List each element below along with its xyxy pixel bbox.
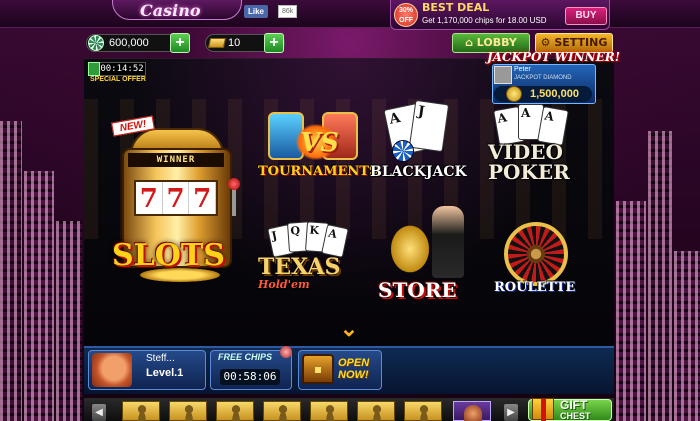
blackjack-label: BLACKJACK (370, 164, 467, 180)
add-chips-button[interactable]: + (170, 33, 190, 53)
person-icon (371, 405, 383, 421)
open-now-label: OPEN NOW! (338, 357, 369, 381)
bunny-girl-icon (432, 206, 464, 278)
gift-box-icon (532, 398, 554, 421)
gift-label-bottom: CHEST (560, 411, 591, 421)
deal-subtitle: Get 1,170,000 chips for 18.00 USD (422, 16, 547, 25)
winner-name: Peter (514, 66, 531, 73)
home-icon: ⌂ (465, 36, 477, 49)
jackpot-amount: 1,500,000 (530, 88, 579, 100)
person-icon (183, 405, 195, 421)
gear-icon: ⚙ (540, 36, 555, 49)
card-rank: A (521, 106, 531, 120)
gift-label-top: GIFT (560, 398, 588, 412)
deal-title: BEST DEAL (422, 1, 490, 14)
texas-label: TEXAS (258, 254, 341, 280)
friend-slot[interactable] (404, 401, 442, 421)
open-label-top: OPEN (338, 357, 370, 369)
chip-stack-icon (392, 140, 414, 162)
friend-slot[interactable] (216, 401, 254, 421)
buy-button[interactable]: BUY (565, 7, 607, 25)
friend-slot[interactable] (357, 401, 395, 421)
reel-3: 7 (189, 182, 217, 214)
friend-slot[interactable] (263, 401, 301, 421)
player-name: Steff... (146, 353, 175, 364)
friend-self-avatar[interactable] (453, 401, 491, 421)
video-poker-label-bottom: POKER (488, 160, 570, 184)
card-rank: Q (290, 223, 301, 238)
holdem-label: Hold'em (258, 278, 310, 291)
person-icon (418, 405, 430, 421)
special-offer-label: SPECIAL OFFER (90, 76, 146, 83)
chip-icon (88, 35, 104, 51)
casino-logo: Casino (140, 1, 201, 20)
slot-lever (232, 186, 236, 216)
gold-coin-stack-icon (388, 222, 432, 276)
scroll-down-arrow[interactable]: ⌄ (338, 318, 360, 340)
free-chips-timer: 00:58:06 (220, 369, 280, 385)
slot-reels: 7 7 7 (134, 180, 218, 216)
card-rank: A (496, 110, 508, 126)
friends-prev-button[interactable]: ◀ (92, 404, 106, 421)
free-chips-indicator (280, 346, 292, 358)
gift-chest-label: GIFT CHEST (560, 398, 591, 421)
discount-badge: 30% OFF (394, 3, 418, 27)
card-rank: J (270, 228, 279, 243)
player-level: Level.1 (146, 367, 184, 379)
roulette-wheel-icon (504, 222, 568, 286)
person-icon (324, 405, 336, 421)
gift-icon (88, 62, 100, 76)
lobby-label: LOBBY (476, 36, 517, 49)
winner-game: JACKPOT DIAMOND (514, 75, 572, 81)
coin-icon (506, 86, 522, 102)
treasure-chest-icon (302, 354, 334, 384)
slot-winner-sign: WINNER (128, 153, 224, 167)
person-icon (136, 405, 148, 421)
friends-next-button[interactable]: ▶ (504, 404, 518, 421)
reel-1: 7 (136, 182, 163, 214)
vs-label: VS (300, 128, 339, 158)
jackpot-winner-title: JACKPOT WINNER! (487, 50, 620, 64)
friend-slot[interactable] (310, 401, 348, 421)
slots-label: SLOTS (112, 238, 225, 273)
friend-slot[interactable] (169, 401, 207, 421)
card-rank: K (309, 223, 320, 238)
player-avatar (92, 353, 132, 387)
open-label-bottom: NOW! (338, 369, 369, 381)
card-rank: J (416, 103, 426, 121)
person-icon (230, 405, 242, 421)
avatar-icon (464, 405, 482, 421)
add-gold-button[interactable]: + (264, 33, 284, 53)
reel-2: 7 (163, 182, 190, 214)
card-jack-icon: J (408, 99, 450, 153)
card-rank: A (327, 226, 339, 242)
tournaments-label: TOURNAMENTS (258, 164, 379, 179)
winner-avatar (494, 66, 512, 84)
person-icon (277, 405, 289, 421)
roulette-label: ROULETTE (494, 280, 576, 295)
setting-label: SETTING (554, 36, 608, 49)
card-rank: A (387, 109, 402, 128)
friend-slot[interactable] (122, 401, 160, 421)
fb-like-label: Like (248, 7, 265, 16)
free-chips-title: FREE CHIPS (218, 352, 273, 362)
facebook-like-count: 86k (278, 5, 298, 18)
gold-bar-icon (207, 38, 227, 48)
card-rank: A (543, 108, 556, 124)
slot-lever-knob (228, 178, 240, 190)
store-label: STORE (378, 278, 457, 302)
facebook-like-button[interactable]: Like (244, 5, 269, 18)
